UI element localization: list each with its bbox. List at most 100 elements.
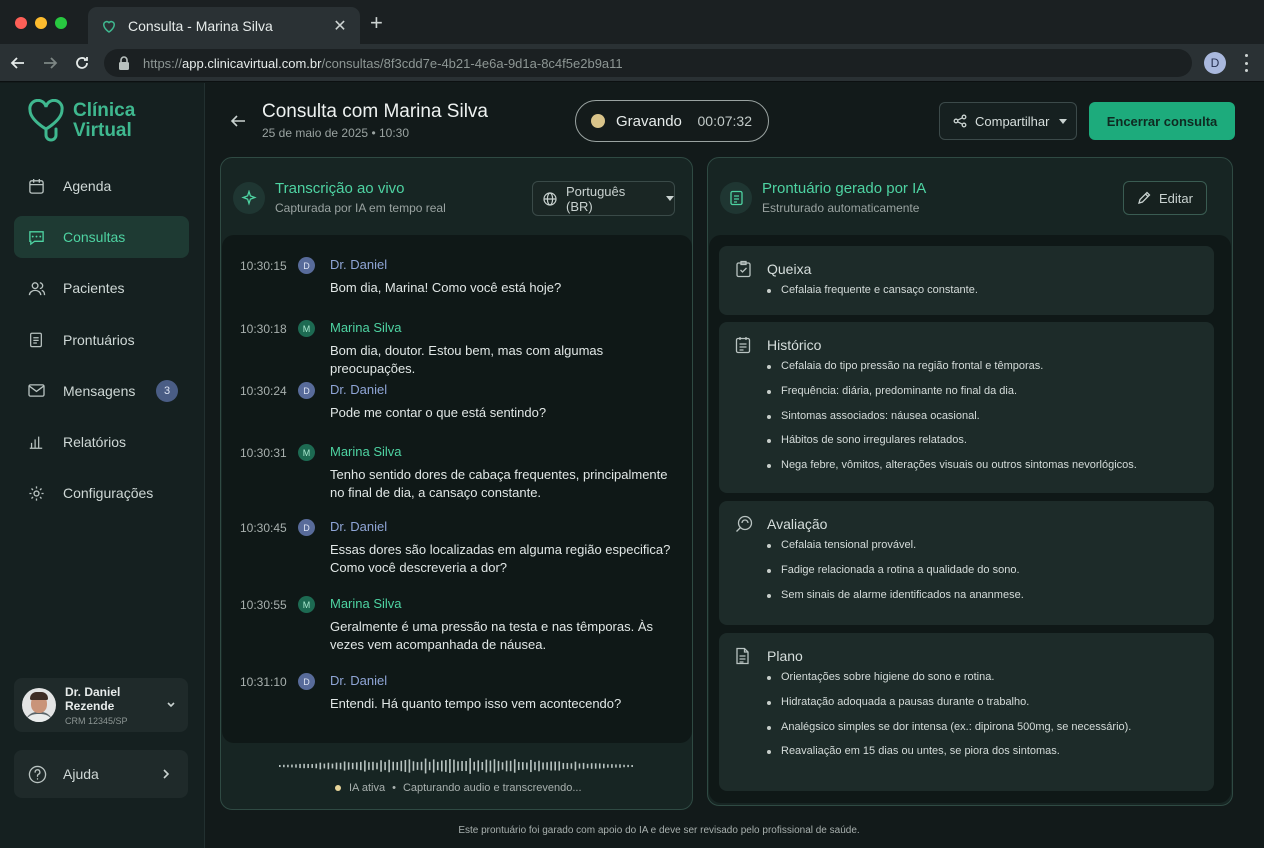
waveform-bar <box>445 760 447 772</box>
message-time: 10:30:45 <box>240 521 287 535</box>
message-time: 10:31:10 <box>240 675 287 689</box>
share-icon <box>953 114 968 129</box>
waveform-bar <box>493 759 496 773</box>
sidebar-item-configuracoes[interactable]: Configurações <box>14 472 189 514</box>
sidebar-item-relatorios[interactable]: Relatórios <box>14 421 189 463</box>
page-title: Consulta com Marina Silva <box>262 101 488 122</box>
message-text: Essas dores são localizadas em alguma re… <box>330 542 671 575</box>
close-icon[interactable]: ✕ <box>332 16 348 36</box>
section-title: Histórico <box>767 337 822 353</box>
forward-icon[interactable] <box>40 53 60 73</box>
waveform-bar <box>339 762 342 770</box>
section-items: Cefalaia frequente e cansaço constante. <box>767 284 978 309</box>
help-button[interactable]: Ajuda <box>14 750 188 798</box>
record-sections[interactable]: Queixa Cefalaia frequente e cansaço cons… <box>709 235 1231 803</box>
stethoscope-icon <box>735 515 753 533</box>
section-item: Cefalaia tensional provável. <box>767 539 1024 564</box>
sidebar-item-agenda[interactable]: Agenda <box>14 165 189 207</box>
speaker-name: Marina Silva <box>330 320 402 335</box>
url-field[interactable]: https://app.clinicavirtual.com.br/consul… <box>104 49 1192 77</box>
back-arrow-icon[interactable] <box>229 112 247 130</box>
waveform-bar <box>546 762 548 770</box>
clipboard-check-icon <box>735 260 753 278</box>
waveform-bar <box>364 760 366 772</box>
avatar <box>22 688 56 722</box>
waveform-bar <box>578 763 581 769</box>
lock-icon <box>118 56 132 70</box>
audio-waveform <box>279 758 633 774</box>
sidebar-item-prontuarios[interactable]: Prontuários <box>14 319 189 361</box>
more-menu-icon[interactable] <box>1240 54 1252 72</box>
waveform-bar <box>404 760 407 772</box>
section-item: Cefalaia do tipo pressão na região front… <box>767 360 1137 385</box>
waveform-bar <box>473 761 475 771</box>
new-tab-button[interactable]: + <box>370 12 383 34</box>
transcript-subtitle: Capturada por IA em tempo real <box>275 201 446 215</box>
section-items: Cefalaia tensional provável. Fadige rela… <box>767 539 1024 613</box>
window-minimize-button[interactable] <box>35 17 47 29</box>
speaker-avatar: D <box>298 257 315 274</box>
share-button[interactable]: Compartilhar <box>939 102 1077 140</box>
record-section-queixa: Queixa Cefalaia frequente e cansaço cons… <box>719 246 1214 315</box>
section-item: Fadige relacionada a rotina a qualidade … <box>767 564 1024 589</box>
waveform-bar <box>303 763 305 769</box>
transcript-message: 10:30:18 M Marina Silva Bom dia, doutor.… <box>240 320 680 376</box>
waveform-bar <box>627 764 629 768</box>
tab-title: Consulta - Marina Silva <box>128 17 273 34</box>
language-select[interactable]: Português (BR) <box>532 181 675 216</box>
waveform-bar <box>489 760 492 772</box>
sidebar-item-consultas[interactable]: Consultas <box>14 216 189 259</box>
waveform-bar <box>441 760 443 772</box>
transcript-message: 10:30:15 D Dr. Daniel Bom dia, Marina! C… <box>240 257 680 309</box>
back-icon[interactable] <box>8 53 28 73</box>
waveform-bar <box>574 761 577 771</box>
sidebar-item-label: Agenda <box>63 178 112 194</box>
message-time: 10:30:24 <box>240 384 287 398</box>
consultation-datetime: 25 de maio de 2025 • 10:30 <box>262 126 409 140</box>
waveform-bar <box>619 764 621 768</box>
message-time: 10:30:55 <box>240 598 287 612</box>
waveform-bar <box>287 764 289 768</box>
waveform-bar <box>566 762 569 770</box>
brand-logo[interactable]: Clínica Virtual <box>27 99 135 143</box>
waveform-bar <box>388 759 390 773</box>
waveform-bar <box>453 759 455 773</box>
sidebar-item-mensagens[interactable]: Mensagens 3 <box>14 370 189 412</box>
waveform-bar <box>420 761 423 771</box>
user-card[interactable]: Dr. Daniel Rezende CRM 12345/SP <box>14 678 188 732</box>
users-icon <box>28 279 46 297</box>
profile-avatar[interactable]: D <box>1204 52 1226 74</box>
waveform-bar <box>530 759 532 773</box>
message-text: Pode me contar o que está sentindo? <box>330 405 547 420</box>
address-bar: https://app.clinicavirtual.com.br/consul… <box>0 44 1264 82</box>
recording-indicator: Gravando 00:07:32 <box>575 100 769 142</box>
transcript-list[interactable]: 10:30:15 D Dr. Daniel Bom dia, Marina! C… <box>222 235 692 743</box>
waveform-bar <box>283 764 285 768</box>
waveform-bar <box>485 759 488 773</box>
window-maximize-button[interactable] <box>55 17 67 29</box>
end-consultation-button[interactable]: Encerrar consulta <box>1089 102 1235 140</box>
waveform-bar <box>586 763 589 769</box>
list-icon <box>735 336 753 354</box>
waveform-bar <box>603 763 605 769</box>
section-item: Sintomas associados: náusea ocasional. <box>767 410 1137 435</box>
recording-timer: 00:07:32 <box>697 113 753 129</box>
reload-icon[interactable] <box>72 53 92 73</box>
waveform-bar <box>570 763 573 769</box>
waveform-bar <box>355 762 358 770</box>
share-label: Compartilhar <box>975 113 1050 129</box>
caret-down-icon <box>1059 118 1068 124</box>
speaker-name: Marina Silva <box>330 444 402 459</box>
sidebar-item-pacientes[interactable]: Pacientes <box>14 267 189 309</box>
medical-record-panel: Prontuário gerado por IA Estruturado aut… <box>707 157 1233 806</box>
heart-icon <box>100 17 118 35</box>
window-close-button[interactable] <box>15 17 27 29</box>
sidebar-item-label: Consultas <box>63 229 126 246</box>
transcript-message: 10:31:10 D Dr. Daniel Entendi. Há quanto… <box>240 673 680 725</box>
waveform-bar <box>368 762 370 770</box>
waveform-bar <box>400 760 403 772</box>
chevron-down-icon[interactable] <box>166 701 180 709</box>
edit-record-button[interactable]: Editar <box>1123 181 1207 215</box>
sidebar-item-label: Pacientes <box>63 280 125 297</box>
browser-tab[interactable]: Consulta - Marina Silva ✕ <box>88 7 360 44</box>
